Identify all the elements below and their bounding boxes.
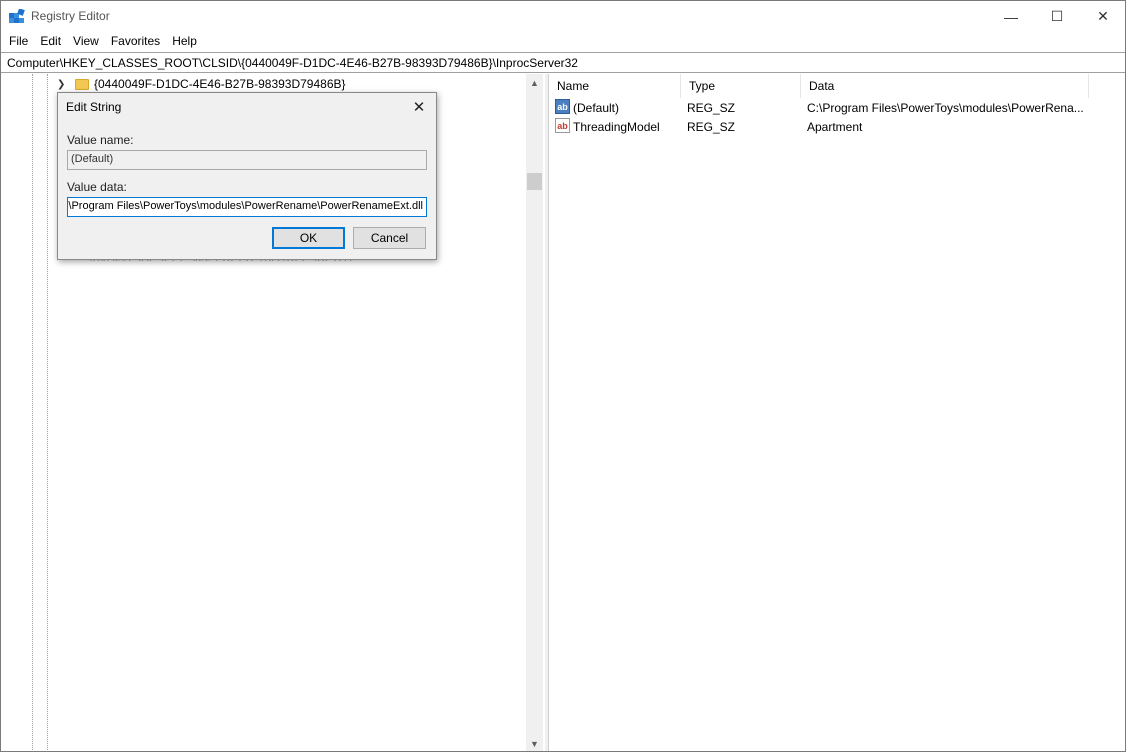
value-name: ThreadingModel: [573, 120, 660, 134]
column-header-type[interactable]: Type: [681, 74, 801, 98]
menu-file[interactable]: File: [3, 32, 34, 52]
tree-guide-line: [47, 74, 48, 751]
dialog-close-button[interactable]: ✕: [406, 95, 432, 119]
scroll-thumb[interactable]: [527, 173, 542, 190]
tree-item-selected-key[interactable]: ❯ {0440049F-D1DC-4E46-B27B-98393D79486B}: [57, 75, 346, 93]
address-bar[interactable]: Computer\HKEY_CLASSES_ROOT\CLSID\{044004…: [1, 52, 1125, 73]
edit-string-dialog: Edit String ✕ Value name: (Default) Valu…: [57, 92, 437, 260]
value-data-text: C:\Program Files\PowerToys\modules\Power…: [67, 200, 423, 212]
value-row[interactable]: ab (Default) REG_SZ C:\Program Files\Pow…: [549, 98, 1125, 117]
registry-editor-window: Registry Editor — ☐ ✕ File Edit View Fav…: [0, 0, 1126, 752]
chevron-down-icon[interactable]: ❯: [57, 79, 69, 90]
scroll-up-arrow-icon[interactable]: ▲: [526, 74, 543, 91]
window-title: Registry Editor: [31, 9, 110, 23]
tree-vertical-scrollbar[interactable]: ▲ ▼: [526, 74, 543, 751]
value-row[interactable]: ab ThreadingModel REG_SZ Apartment: [549, 117, 1125, 136]
close-icon: ✕: [1097, 8, 1109, 24]
value-type: REG_SZ: [687, 101, 736, 115]
menu-bar: File Edit View Favorites Help: [1, 32, 1125, 52]
value-data: C:\Program Files\PowerToys\modules\Power…: [807, 101, 1084, 115]
value-name-label: Value name:: [67, 133, 134, 147]
value-data: Apartment: [807, 120, 863, 134]
values-list-pane[interactable]: Name Type Data ab (Default) REG_SZ C:\Pr…: [549, 74, 1125, 751]
tree-guide-line: [32, 74, 33, 751]
maximize-button[interactable]: ☐: [1034, 1, 1080, 32]
title-bar: Registry Editor — ☐ ✕: [1, 1, 1125, 32]
menu-help[interactable]: Help: [166, 32, 203, 52]
menu-edit[interactable]: Edit: [34, 32, 67, 52]
value-name-field: (Default): [67, 150, 427, 170]
registry-editor-app-icon: [9, 9, 25, 23]
column-header-data[interactable]: Data: [801, 74, 1089, 98]
folder-icon: [75, 78, 89, 90]
maximize-icon: ☐: [1050, 8, 1064, 24]
minimize-button[interactable]: —: [988, 1, 1034, 32]
close-icon: ✕: [412, 99, 426, 116]
cancel-button[interactable]: Cancel: [353, 227, 426, 249]
close-button[interactable]: ✕: [1080, 1, 1125, 32]
dialog-title: Edit String: [66, 100, 122, 114]
value-data-input[interactable]: C:\Program Files\PowerToys\modules\Power…: [67, 197, 427, 217]
column-header-name[interactable]: Name: [549, 74, 681, 98]
value-type: REG_SZ: [687, 120, 736, 134]
tree-item-label: {0440049F-D1DC-4E46-B27B-98393D79486B}: [94, 77, 346, 91]
ok-button[interactable]: OK: [272, 227, 345, 249]
menu-view[interactable]: View: [67, 32, 105, 52]
value-data-label: Value data:: [67, 180, 127, 194]
string-value-icon: ab: [555, 99, 570, 114]
menu-favorites[interactable]: Favorites: [105, 32, 166, 52]
scroll-down-arrow-icon[interactable]: ▼: [526, 735, 543, 751]
value-name: (Default): [573, 101, 620, 115]
string-value-icon: ab: [555, 118, 570, 133]
minimize-icon: —: [1004, 8, 1018, 25]
